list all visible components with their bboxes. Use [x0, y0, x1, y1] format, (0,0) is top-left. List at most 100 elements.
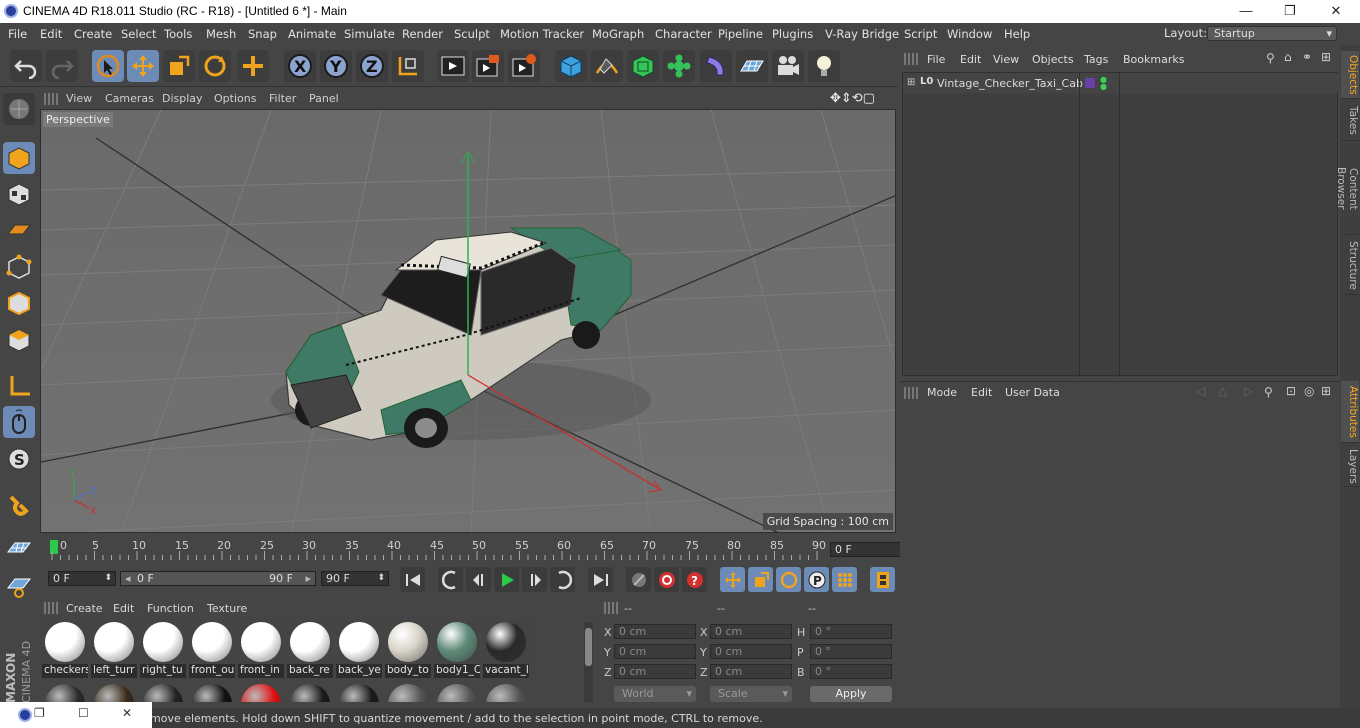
scale-tool-button[interactable]: [163, 50, 195, 82]
floor-button[interactable]: [736, 50, 768, 82]
visibility-dots-icon[interactable]: ● ●: [1100, 76, 1107, 91]
drag-handle-icon[interactable]: [44, 602, 58, 614]
preview-range-slider[interactable]: ◂ 0 F 90 F ▸: [120, 571, 316, 586]
tab-takes[interactable]: Takes: [1341, 101, 1359, 141]
menu-sculpt[interactable]: Sculpt: [454, 27, 490, 41]
tab-content-browser[interactable]: Content Browser: [1335, 143, 1359, 235]
rotate-tool-button[interactable]: [199, 50, 231, 82]
material-swatch[interactable]: front_ou: [189, 620, 235, 678]
maximize-button[interactable]: ❐: [1270, 2, 1310, 20]
size-mode-select[interactable]: Scale ▾: [710, 686, 792, 702]
attribute-menu-user-data[interactable]: User Data: [1005, 386, 1060, 399]
record-objects-button[interactable]: [626, 567, 651, 592]
layer-color-swatch[interactable]: [1085, 78, 1095, 88]
object-menu-objects[interactable]: Objects: [1032, 53, 1074, 66]
go-to-start-button[interactable]: [400, 567, 425, 592]
points-mode-button[interactable]: [3, 251, 35, 283]
undo-button[interactable]: [10, 50, 42, 82]
material-swatch[interactable]: back_re: [287, 620, 333, 678]
record-active-button[interactable]: [654, 567, 679, 592]
object-name[interactable]: Vintage_Checker_Taxi_Cab: [937, 77, 1083, 90]
camera-button[interactable]: [772, 50, 804, 82]
lock-icon[interactable]: ⊡: [1286, 384, 1296, 398]
attribute-menu-mode[interactable]: Mode: [927, 386, 957, 399]
viewport-menu-options[interactable]: Options: [214, 92, 256, 105]
go-to-end-button[interactable]: [588, 567, 613, 592]
cloner-button[interactable]: [663, 50, 695, 82]
up-arrow-icon[interactable]: ▷: [1244, 384, 1253, 398]
size-y-field[interactable]: 0 cm: [710, 644, 792, 659]
viewport-menu-filter[interactable]: Filter: [269, 92, 296, 105]
layout-select[interactable]: Startup ▾: [1207, 26, 1337, 41]
move-tool-button[interactable]: [127, 50, 159, 82]
menu-mograph[interactable]: MoGraph: [592, 27, 644, 41]
material-swatch[interactable]: [140, 682, 186, 702]
menu-mesh[interactable]: Mesh: [206, 27, 236, 41]
link-icon[interactable]: ⚭: [1302, 50, 1312, 64]
maximize-icon[interactable]: ☐: [78, 706, 89, 720]
viewport-menu-cameras[interactable]: Cameras: [105, 92, 154, 105]
menu-file[interactable]: File: [8, 27, 27, 41]
key-rotation-button[interactable]: [776, 567, 801, 592]
polygons-mode-button[interactable]: [3, 324, 35, 356]
close-icon[interactable]: ✕: [122, 706, 132, 720]
tab-attributes[interactable]: Attributes: [1341, 381, 1359, 443]
close-button[interactable]: ✕: [1316, 2, 1356, 20]
key-position-button[interactable]: [720, 567, 745, 592]
menu-render[interactable]: Render: [402, 27, 443, 41]
search-icon[interactable]: ⚲: [1266, 51, 1275, 65]
deformer-button[interactable]: [700, 50, 732, 82]
menu-snap[interactable]: Snap: [248, 27, 277, 41]
material-menu-texture[interactable]: Texture: [207, 602, 247, 615]
x-axis-button[interactable]: X: [284, 50, 316, 82]
timeline-ruler[interactable]: 0 5 10 15 20 25 30 35 40 45 50 55 60 65 …: [40, 536, 936, 562]
perspective-viewport[interactable]: Y X Z Perspective Grid Spacing : 100 cm: [40, 109, 896, 533]
material-swatch[interactable]: [336, 682, 382, 702]
size-z-field[interactable]: 0 cm: [710, 664, 792, 679]
menu-script[interactable]: Script: [904, 27, 937, 41]
z-axis-button[interactable]: Z: [356, 50, 388, 82]
object-menu-bookmarks[interactable]: Bookmarks: [1123, 53, 1184, 66]
locked-workplane-button[interactable]: [3, 534, 35, 566]
drag-handle-icon[interactable]: [604, 602, 618, 614]
texture-mode-button[interactable]: [3, 178, 35, 210]
timeline-window-button[interactable]: [870, 567, 895, 592]
size-x-field[interactable]: 0 cm: [710, 624, 792, 639]
make-editable-button[interactable]: [3, 93, 35, 125]
recent-tools-button[interactable]: [237, 50, 269, 82]
planar-workplane-button[interactable]: [3, 570, 35, 602]
position-y-field[interactable]: 0 cm: [614, 644, 696, 659]
rotation-h-field[interactable]: 0 °: [810, 624, 892, 639]
menu-create[interactable]: Create: [74, 27, 112, 41]
material-menu-function[interactable]: Function: [147, 602, 194, 615]
material-menu-edit[interactable]: Edit: [113, 602, 134, 615]
material-swatch[interactable]: [91, 682, 137, 702]
minimize-button[interactable]: —: [1226, 2, 1266, 20]
snap-button[interactable]: [3, 489, 35, 521]
position-x-field[interactable]: 0 cm: [614, 624, 696, 639]
coordinate-mode-select[interactable]: World ▾: [614, 686, 696, 702]
scrollbar-thumb[interactable]: [585, 628, 592, 666]
material-swatch[interactable]: body1_C: [434, 620, 480, 678]
position-z-field[interactable]: 0 cm: [614, 664, 696, 679]
key-pla-button[interactable]: [832, 567, 857, 592]
material-swatch[interactable]: [434, 682, 480, 702]
search-icon[interactable]: ⚲: [1264, 385, 1273, 399]
menu-help[interactable]: Help: [1004, 27, 1030, 41]
drag-handle-icon[interactable]: [44, 93, 58, 105]
material-swatch[interactable]: back_ye: [336, 620, 382, 678]
redo-button[interactable]: [46, 50, 78, 82]
menu-plugins[interactable]: Plugins: [772, 27, 813, 41]
object-menu-view[interactable]: View: [993, 53, 1019, 66]
render-picture-viewer-button[interactable]: [472, 50, 504, 82]
material-swatch[interactable]: front_in: [238, 620, 284, 678]
menu-tools[interactable]: Tools: [164, 27, 192, 41]
cube-primitive-button[interactable]: [555, 50, 587, 82]
target-icon[interactable]: ◎: [1304, 384, 1314, 398]
next-frame-button[interactable]: [522, 567, 547, 592]
object-menu-edit[interactable]: Edit: [960, 53, 981, 66]
viewport-menu-display[interactable]: Display: [162, 92, 203, 105]
live-selection-button[interactable]: [92, 50, 124, 82]
attribute-menu-edit[interactable]: Edit: [971, 386, 992, 399]
new-window-icon[interactable]: ⊞: [1321, 50, 1331, 64]
